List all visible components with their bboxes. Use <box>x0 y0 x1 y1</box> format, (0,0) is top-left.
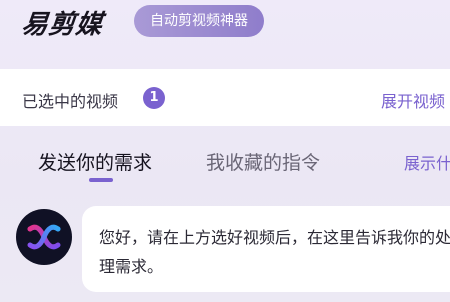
selected-videos-bar: 已选中的视频 1 展开视频 <box>0 69 450 126</box>
selected-videos-label: 已选中的视频 <box>22 92 119 111</box>
tab-send-request[interactable]: 发送你的需求 <box>38 148 152 175</box>
tagline-badge: 自动剪视频神器 <box>134 5 264 37</box>
tab-bar: 发送你的需求 我收藏的指令 展示什 <box>0 140 450 190</box>
assistant-message-text: 您好，请在上方选好视频后，在这里告诉我你的处理需求。 <box>99 228 450 276</box>
infinity-logo-icon <box>27 224 61 250</box>
active-tab-indicator <box>89 178 113 182</box>
expand-videos-link[interactable]: 展开视频 <box>381 88 445 112</box>
tab-saved-instructions[interactable]: 我收藏的指令 <box>206 148 320 175</box>
tab-show-more[interactable]: 展示什 <box>404 150 450 174</box>
app-logo: 易剪媒 <box>20 10 105 40</box>
assistant-message-bubble: 您好，请在上方选好视频后，在这里告诉我你的处理需求。 <box>82 206 450 292</box>
selected-count-badge: 1 <box>143 87 165 109</box>
header: 易剪媒 自动剪视频神器 <box>0 0 450 60</box>
app-page: 易剪媒 自动剪视频神器 已选中的视频 1 展开视频 发送你的需求 我收藏的指令 … <box>0 0 450 302</box>
assistant-avatar <box>16 209 72 265</box>
